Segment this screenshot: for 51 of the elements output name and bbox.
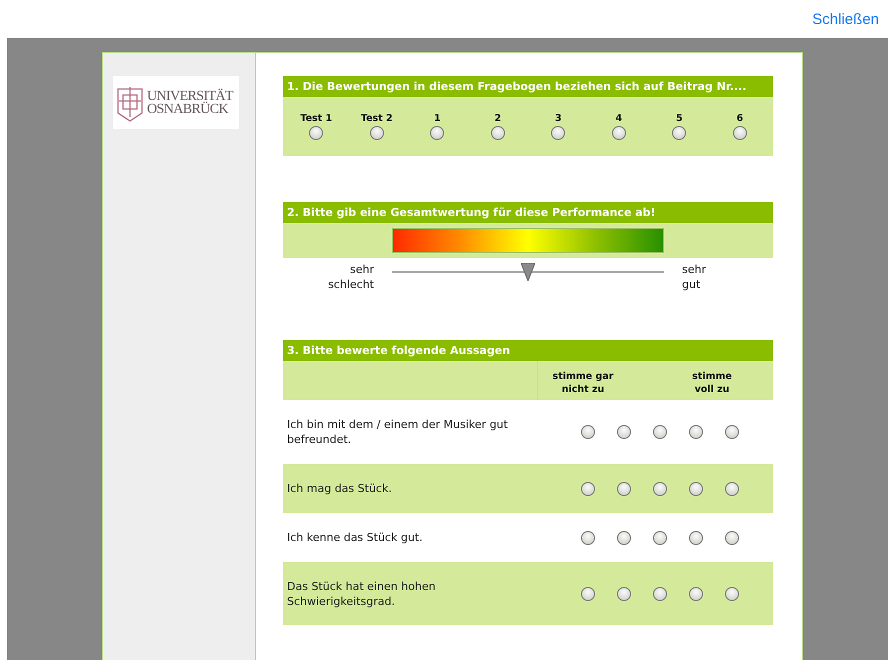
radio-button[interactable]	[689, 425, 703, 439]
logo-text: OSNABRÜCK	[147, 102, 228, 116]
radio-button[interactable]	[732, 126, 747, 140]
radio-button[interactable]	[653, 586, 667, 600]
statement-text: Ich bin mit dem / einem der Musiker gut befreundet.	[286, 417, 509, 447]
radio-button[interactable]	[653, 425, 667, 439]
radio-button[interactable]	[689, 482, 703, 496]
radio-button[interactable]	[617, 586, 631, 600]
radio-button[interactable]	[617, 482, 631, 496]
radio-button[interactable]	[653, 530, 667, 544]
option-label: Test 1	[300, 113, 332, 124]
option-label: 6	[736, 113, 744, 124]
question-title: 3. Bitte bewerte folgende Aussagen	[283, 340, 773, 361]
slider-thumb[interactable]	[521, 263, 535, 281]
radio-button[interactable]	[581, 425, 595, 439]
radio-button[interactable]	[725, 425, 739, 439]
option-label: 3	[554, 113, 562, 124]
radio-button[interactable]	[672, 126, 686, 140]
radio-button[interactable]	[430, 126, 444, 140]
column-header: stimme gar nicht zu	[552, 370, 614, 397]
option-label: 5	[676, 113, 683, 124]
scale-label: sehr gut	[682, 262, 707, 292]
option-label: 2	[494, 113, 502, 124]
radio-button[interactable]	[617, 530, 631, 544]
radio-button[interactable]	[617, 425, 631, 439]
statement-text: Ich mag das Stück.	[286, 481, 393, 496]
option-label: Test 2	[360, 113, 393, 124]
radio-button[interactable]	[725, 586, 739, 600]
radio-button[interactable]	[581, 482, 595, 496]
radio-button[interactable]	[490, 126, 505, 140]
radio-button[interactable]	[612, 126, 626, 140]
question-title: 1. Die Bewertungen in diesem Fragebogen beziehen sich auf Beitrag Nr....	[283, 76, 773, 97]
statement-text: Ich kenne das Stück gut.	[286, 530, 424, 545]
option-label: 4	[615, 113, 622, 124]
radio-button[interactable]	[689, 530, 703, 544]
logo-text: UNIVERSITÄT	[147, 90, 233, 102]
close-link[interactable]: Schließen	[812, 10, 879, 28]
radio-button[interactable]	[581, 530, 595, 544]
question-title: 2. Bitte gib eine Gesamtwertung für diese Performance ab!	[283, 202, 773, 223]
radio-button[interactable]	[309, 126, 324, 140]
statement-text: Das Stück hat einen hohen Schwierigkeitsgrad.	[286, 578, 437, 608]
radio-button[interactable]	[551, 126, 566, 140]
radio-button[interactable]	[581, 586, 595, 600]
scale-label: sehr schlecht	[327, 262, 374, 292]
radio-button[interactable]	[653, 482, 667, 496]
radio-button[interactable]	[725, 530, 739, 544]
option-label: 1	[434, 113, 441, 124]
radio-button[interactable]	[725, 482, 739, 496]
radio-button[interactable]	[370, 126, 384, 140]
radio-button[interactable]	[689, 586, 703, 600]
column-header: stimme voll zu	[691, 370, 733, 397]
